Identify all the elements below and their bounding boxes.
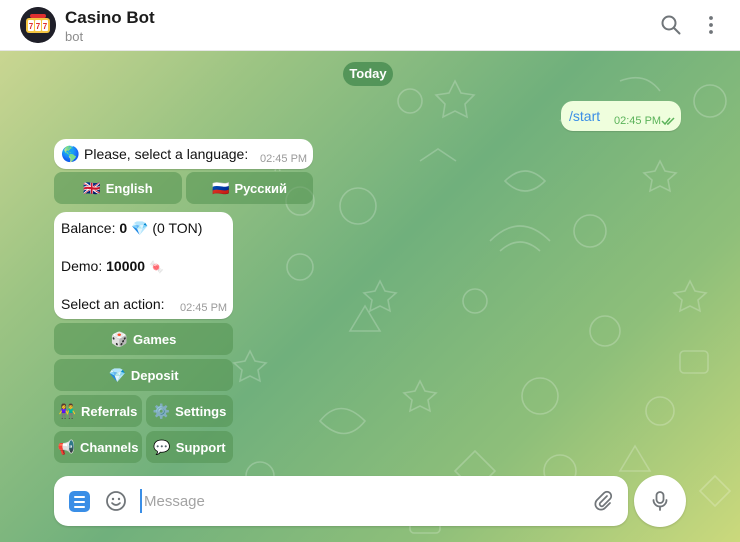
balance-value: 0 <box>119 220 128 236</box>
megaphone-icon: 📢 <box>57 438 75 455</box>
balance-line: Balance: 0 💎 (0 TON) <box>61 220 202 237</box>
button-label: Channels <box>79 439 139 455</box>
message-time: 02:45 PM <box>180 302 228 314</box>
referrals-button[interactable]: 👫 Referrals <box>54 395 142 427</box>
deposit-button[interactable]: 💎 Deposit <box>54 359 233 391</box>
demo-label: Demo: <box>61 258 107 274</box>
chat-title[interactable]: Casino Bot <box>65 8 155 28</box>
button-label: English <box>105 180 153 196</box>
language-prompt-message: 🌎 Please, select a language: 02:45 PM <box>54 139 313 169</box>
double-check-icon <box>661 117 675 126</box>
bot-menu-icon[interactable] <box>69 491 90 512</box>
gear-icon: ⚙️ <box>152 402 171 419</box>
message-input[interactable] <box>140 489 580 513</box>
russia-flag-icon: 🇷🇺 <box>212 179 230 196</box>
demo-value: 10000 <box>106 258 146 274</box>
slot-machine-777-icon: 7 7 7 <box>20 7 56 43</box>
paperclip-icon[interactable] <box>592 490 614 512</box>
message-text[interactable]: /start <box>569 108 600 124</box>
diamond-icon: 💎 <box>108 366 126 383</box>
chat-subtitle: bot <box>65 29 84 44</box>
russian-button[interactable]: 🇷🇺 Русский <box>186 172 313 204</box>
button-label: Settings <box>175 403 227 419</box>
svg-text:7: 7 <box>43 22 48 31</box>
english-button[interactable]: 🇬🇧 English <box>54 172 182 204</box>
search-icon[interactable] <box>660 14 682 36</box>
settings-button[interactable]: ⚙️ Settings <box>146 395 233 427</box>
message-text: Please, select a language: <box>84 146 249 162</box>
demo-line: Demo: 10000 🍬 <box>61 258 164 274</box>
people-icon: 👫 <box>58 402 77 419</box>
diamond-icon: 💎 <box>131 220 149 236</box>
balance-ton: (0 TON) <box>152 220 203 236</box>
emoji-icon[interactable] <box>105 490 127 512</box>
more-vertical-icon[interactable] <box>700 14 722 36</box>
voice-record-button[interactable] <box>634 475 686 527</box>
channels-button[interactable]: 📢 Channels <box>54 431 142 463</box>
svg-text:7: 7 <box>36 22 41 31</box>
chat-header: 7 7 7 Casino Bot bot <box>0 0 740 51</box>
button-label: Support <box>175 439 226 455</box>
outgoing-message[interactable]: /start 02:45 PM <box>561 101 681 131</box>
speech-bubble-icon: 💬 <box>153 438 171 455</box>
bot-avatar[interactable]: 7 7 7 <box>20 7 56 43</box>
main-menu-message: Balance: 0 💎 (0 TON) Demo: 10000 🍬 Selec… <box>54 212 233 319</box>
action-prompt: Select an action: <box>61 296 165 312</box>
dice-icon: 🎲 <box>110 330 129 347</box>
games-button[interactable]: 🎲 Games <box>54 323 233 355</box>
support-button[interactable]: 💬 Support <box>146 431 233 463</box>
button-label: Referrals <box>81 403 138 419</box>
button-label: Русский <box>234 180 287 196</box>
balance-label: Balance: <box>61 220 120 236</box>
candy-icon: 🍬 <box>148 260 164 274</box>
message-time: 02:45 PM <box>614 115 662 127</box>
date-separator: Today <box>343 62 393 86</box>
button-label: Deposit <box>130 367 179 383</box>
microphone-icon <box>652 491 668 511</box>
button-label: Games <box>133 331 177 347</box>
message-composer <box>54 476 628 526</box>
svg-text:7: 7 <box>29 22 34 31</box>
message-time: 02:45 PM <box>260 153 308 165</box>
globe-icon: 🌎 <box>61 146 80 163</box>
uk-flag-icon: 🇬🇧 <box>83 179 101 196</box>
